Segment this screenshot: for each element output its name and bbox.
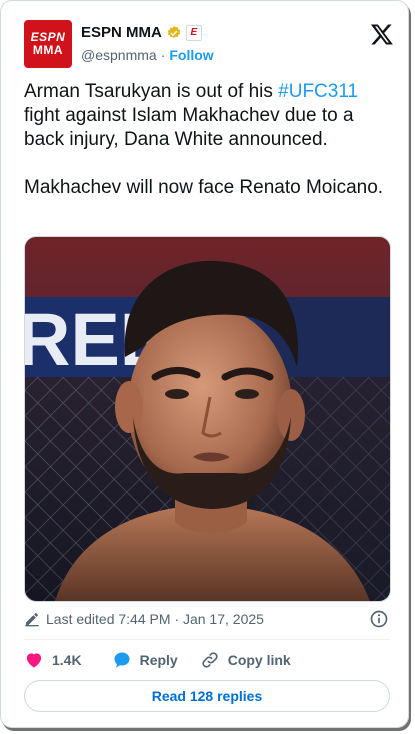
read-replies-label: Read 128 replies	[151, 688, 263, 704]
heart-icon	[26, 653, 42, 668]
follow-button[interactable]: Follow	[169, 47, 213, 63]
read-replies-button[interactable]: Read 128 replies	[24, 680, 390, 712]
tweet-text-part: Arman Tsarukyan is out of his	[24, 81, 279, 102]
edit-info-row[interactable]: Last edited 7:44 PM · Jan 17, 2025	[24, 611, 264, 627]
like-count: 1.4K	[52, 652, 82, 668]
like-button[interactable]: 1.4K	[24, 650, 82, 670]
reply-button[interactable]: Reply	[112, 650, 178, 670]
account-name[interactable]: ESPN MMA	[81, 24, 162, 41]
pencil-icon	[25, 613, 39, 627]
verified-badge-icon	[167, 25, 180, 38]
tweet-text-part: fight against Islam Makhachev due to a b…	[24, 105, 354, 150]
x-logo-icon[interactable]	[370, 22, 394, 46]
action-bar: 1.4K Reply Copy link	[24, 650, 291, 670]
affiliate-badge-letter: E	[190, 27, 198, 38]
avatar-logo-subtext: MMA	[32, 43, 64, 57]
account-handle[interactable]: @espnmma	[81, 47, 157, 63]
separator-dot: ·	[160, 47, 166, 63]
tweet-paragraph-2: Makhachev will now face Renato Moicano.	[24, 177, 384, 198]
edited-timestamp[interactable]: Last edited 7:44 PM · Jan 17, 2025	[46, 611, 264, 627]
avatar[interactable]: ESPN MMA	[24, 20, 72, 68]
tweet-text: Arman Tsarukyan is out of his #UFC311 fi…	[24, 80, 386, 200]
tweet-photo[interactable]: REE	[24, 236, 391, 602]
tweet-header: ESPN MMA ESPN MMA E @espnmma · Follow	[24, 18, 394, 68]
handle-row: @espnmma · Follow	[81, 47, 214, 63]
link-icon	[202, 652, 218, 668]
copy-link-button[interactable]: Copy link	[200, 650, 291, 670]
tweet-paragraph-1: Arman Tsarukyan is out of his #UFC311 fi…	[24, 80, 386, 152]
affiliate-badge[interactable]: E	[185, 24, 202, 41]
info-icon[interactable]	[369, 609, 389, 629]
reply-label: Reply	[139, 652, 178, 668]
name-row: ESPN MMA E	[81, 24, 202, 41]
hashtag-link[interactable]: #UFC311	[278, 81, 358, 102]
fighter-photo-illustration: REE	[25, 237, 390, 601]
reply-bubble-icon	[114, 652, 130, 668]
copy-link-label: Copy link	[227, 652, 291, 668]
divider	[24, 639, 390, 640]
